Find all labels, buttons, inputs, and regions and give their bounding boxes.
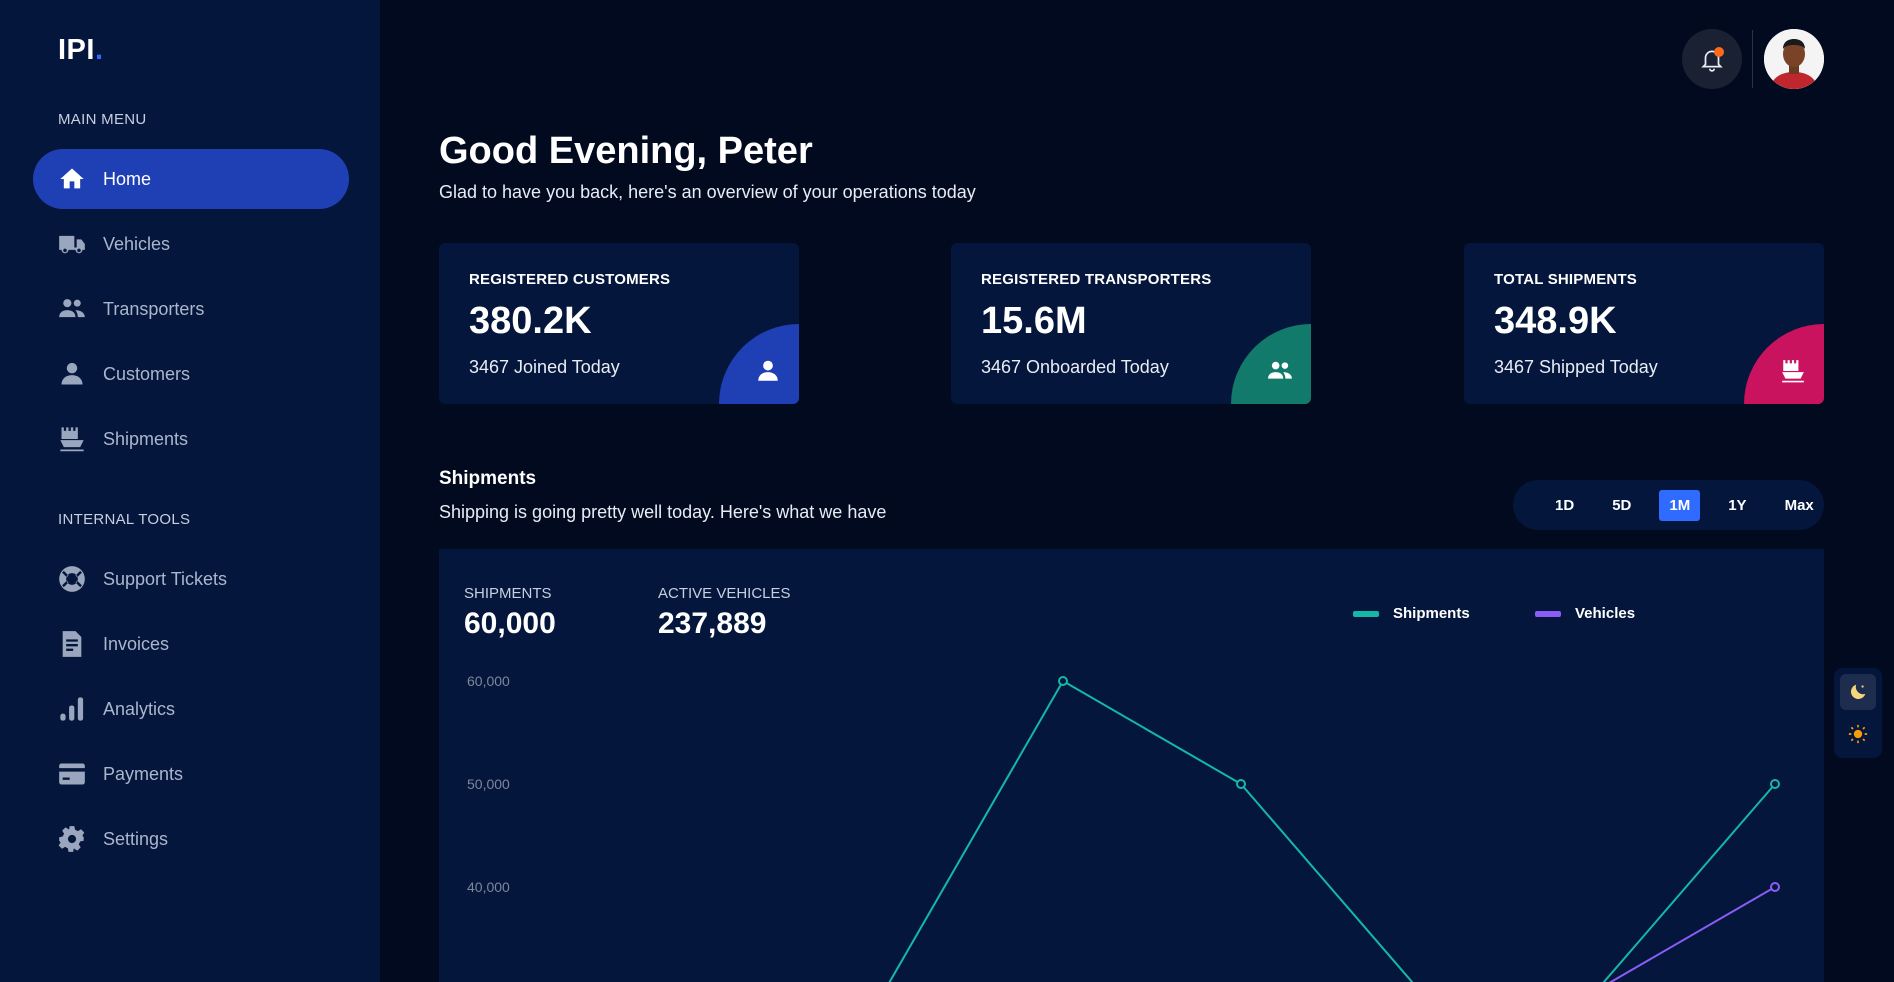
data-point-shipments[interactable] bbox=[1770, 779, 1780, 789]
range-max[interactable]: Max bbox=[1775, 490, 1824, 521]
stat-value: 380.2K bbox=[469, 300, 592, 342]
page-title: Good Evening, Peter bbox=[439, 130, 813, 172]
stat-note: 3467 Shipped Today bbox=[1494, 357, 1658, 377]
theme-toggle bbox=[1834, 668, 1882, 758]
shipments-title: Shipments bbox=[439, 468, 537, 489]
sidebar-item-transporters[interactable]: Transporters bbox=[33, 279, 349, 339]
sidebar-item-support-tickets[interactable]: Support Tickets bbox=[33, 549, 349, 609]
data-point-vehicles[interactable] bbox=[1770, 882, 1780, 892]
sidebar-item-label: Customers bbox=[103, 363, 191, 384]
stat-icon-badge bbox=[719, 324, 799, 404]
range-1m[interactable]: 1M bbox=[1659, 489, 1701, 521]
stat-note: 3467 Joined Today bbox=[469, 357, 620, 377]
sidebar-item-invoices[interactable]: Invoices bbox=[33, 614, 349, 674]
series-line-shipments bbox=[888, 679, 1776, 982]
stat-card-shipments: TOTAL SHIPMENTS 348.9K 3467 Shipped Toda… bbox=[1464, 243, 1824, 404]
sidebar-item-settings[interactable]: Settings bbox=[33, 809, 349, 869]
sidebar-item-shipments[interactable]: Shipments bbox=[33, 409, 349, 469]
sidebar-item-label: Payments bbox=[103, 763, 184, 784]
sun-icon bbox=[1848, 724, 1868, 744]
gear-icon bbox=[55, 822, 89, 856]
ship-icon bbox=[1782, 360, 1804, 383]
sidebar-item-label: Vehicles bbox=[103, 233, 171, 254]
sidebar-item-label: Settings bbox=[103, 828, 169, 849]
time-range-selector: 1D 5D 1M 1Y Max bbox=[1513, 480, 1824, 530]
shipments-line-chart: 60,000 50,000 40,000 bbox=[467, 673, 1780, 982]
data-point-shipments[interactable] bbox=[1058, 676, 1068, 686]
series-line-vehicles bbox=[1608, 886, 1776, 982]
range-5d[interactable]: 5D bbox=[1602, 490, 1641, 521]
user-avatar[interactable] bbox=[1764, 29, 1824, 89]
sidebar-item-vehicles[interactable]: Vehicles bbox=[33, 214, 349, 274]
notifications-button[interactable] bbox=[1682, 29, 1742, 89]
truck-icon bbox=[55, 227, 89, 261]
sidebar-item-customers[interactable]: Customers bbox=[33, 344, 349, 404]
internal-tools-label: INTERNAL TOOLS bbox=[58, 511, 191, 528]
analytics-icon bbox=[55, 692, 89, 726]
page-scrollbar[interactable] bbox=[1886, 0, 1894, 982]
stat-title: REGISTERED CUSTOMERS bbox=[469, 271, 671, 288]
stat-note: 3467 Onboarded Today bbox=[981, 357, 1169, 377]
sidebar-item-home[interactable]: Home bbox=[33, 149, 349, 209]
sidebar-item-payments[interactable]: Payments bbox=[33, 744, 349, 804]
range-1y[interactable]: 1Y bbox=[1718, 490, 1756, 521]
notification-dot bbox=[1714, 47, 1724, 57]
data-point-shipments[interactable] bbox=[1236, 779, 1246, 789]
sidebar-item-label: Analytics bbox=[103, 698, 176, 719]
moon-icon bbox=[1850, 684, 1866, 700]
shipments-subtitle: Shipping is going pretty well today. Her… bbox=[439, 502, 887, 522]
stat-value: 15.6M bbox=[981, 300, 1087, 342]
y-tick-label: 50,000 bbox=[467, 776, 510, 792]
credit-card-icon bbox=[55, 757, 89, 791]
stat-value: 348.9K bbox=[1494, 300, 1617, 342]
app-logo[interactable]: IPI. bbox=[58, 34, 104, 67]
ship-icon bbox=[55, 422, 89, 456]
user-icon bbox=[55, 357, 89, 391]
home-icon bbox=[55, 162, 89, 196]
stat-icon-badge bbox=[1231, 324, 1311, 404]
stat-title: TOTAL SHIPMENTS bbox=[1494, 271, 1638, 288]
main-menu-label: MAIN MENU bbox=[58, 111, 147, 128]
dark-mode-button[interactable] bbox=[1840, 674, 1876, 710]
stat-title: REGISTERED TRANSPORTERS bbox=[981, 271, 1212, 288]
light-mode-button[interactable] bbox=[1840, 716, 1876, 752]
stat-card-customers: REGISTERED CUSTOMERS 380.2K 3467 Joined … bbox=[439, 243, 799, 404]
shipments-chart-panel: SHIPMENTS 60,000 ACTIVE VEHICLES 237,889… bbox=[439, 549, 1824, 982]
y-tick-label: 40,000 bbox=[467, 879, 510, 895]
users-icon bbox=[1268, 361, 1292, 379]
sidebar-item-label: Invoices bbox=[103, 633, 170, 654]
invoice-icon bbox=[55, 627, 89, 661]
stat-card-transporters: REGISTERED TRANSPORTERS 15.6M 3467 Onboa… bbox=[951, 243, 1311, 404]
sidebar-item-label: Support Tickets bbox=[103, 568, 228, 589]
users-icon bbox=[55, 292, 89, 326]
stat-icon-badge bbox=[1744, 324, 1824, 404]
page-subtitle: Glad to have you back, here's an overvie… bbox=[439, 182, 976, 202]
sidebar: IPI. MAIN MENU Home Vehicles Transporter… bbox=[0, 0, 380, 982]
header-divider bbox=[1752, 30, 1753, 88]
sidebar-item-label: Shipments bbox=[103, 428, 189, 449]
sidebar-item-label: Transporters bbox=[103, 298, 205, 319]
range-1d[interactable]: 1D bbox=[1545, 490, 1584, 521]
user-icon bbox=[758, 360, 778, 381]
y-tick-label: 60,000 bbox=[467, 673, 510, 689]
sidebar-item-label: Home bbox=[103, 168, 152, 189]
lifebuoy-icon bbox=[55, 562, 89, 596]
sidebar-item-analytics[interactable]: Analytics bbox=[33, 679, 349, 739]
